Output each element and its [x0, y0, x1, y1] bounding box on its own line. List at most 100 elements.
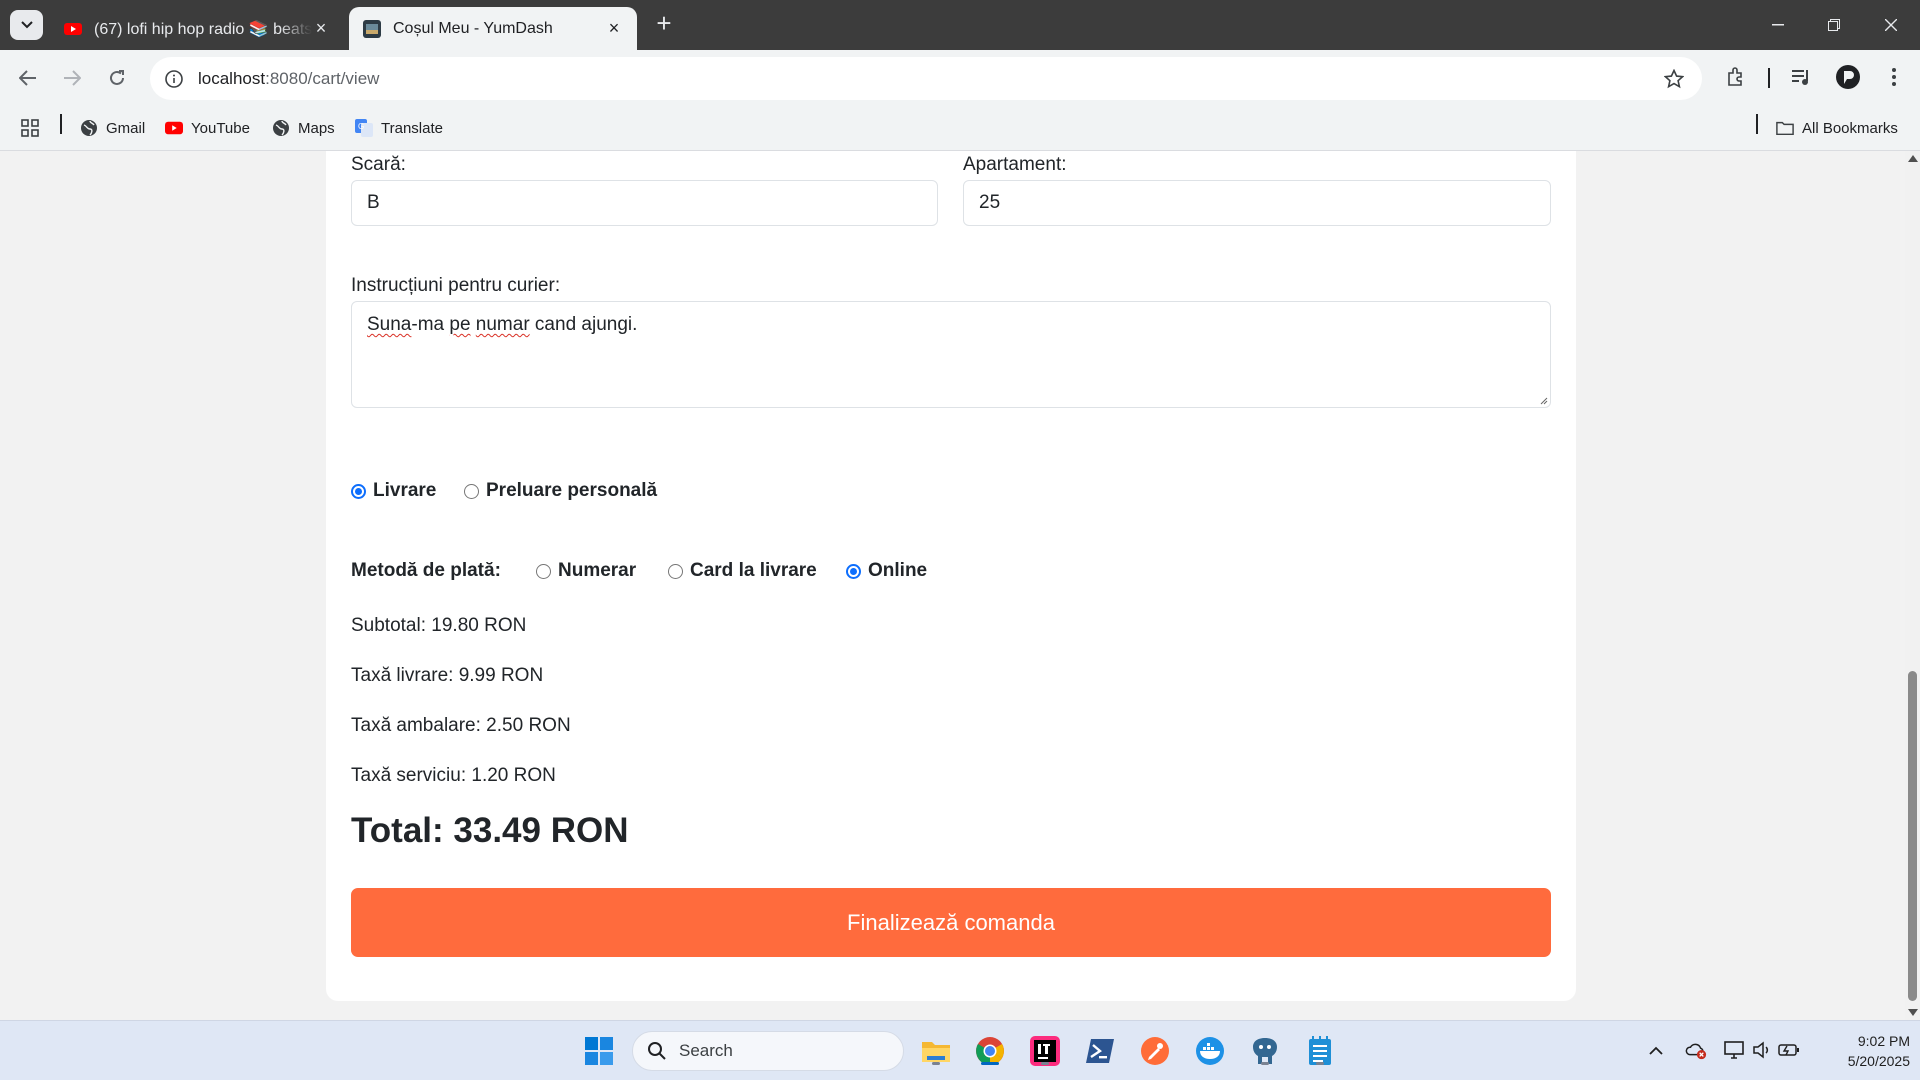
bookmark-label: Translate: [381, 119, 443, 137]
battery-icon[interactable]: [1778, 1039, 1800, 1061]
restore-button[interactable]: [1814, 10, 1854, 40]
scroll-thumb[interactable]: [1908, 671, 1917, 1001]
bookmarks-bar: Gmail YouTube Maps G Translate All Bookm…: [0, 107, 1920, 151]
finalize-order-button[interactable]: Finalizează comanda: [351, 888, 1551, 957]
windows-start-icon[interactable]: [581, 1033, 617, 1069]
radio-unchecked[interactable]: [668, 563, 683, 579]
tab-search-button[interactable]: [10, 10, 43, 40]
taskbar-search-placeholder: Search: [679, 1041, 733, 1060]
radio-unchecked[interactable]: [464, 483, 479, 499]
radio-checked[interactable]: [846, 563, 861, 579]
close-tab-icon[interactable]: ×: [312, 18, 330, 38]
apartament-input[interactable]: 25: [963, 180, 1551, 226]
scara-label: Scară:: [351, 154, 406, 175]
tab-cart[interactable]: Coșul Meu - YumDash ×: [349, 7, 637, 50]
notepad-icon[interactable]: [1302, 1033, 1338, 1069]
forward-button[interactable]: [56, 62, 88, 94]
network-icon[interactable]: [1723, 1039, 1745, 1061]
powershell-icon[interactable]: [1082, 1033, 1118, 1069]
profile-avatar[interactable]: [1835, 64, 1861, 90]
radio-unchecked[interactable]: [536, 563, 551, 579]
arrow-right-icon: [64, 70, 81, 86]
search-icon: [648, 1042, 666, 1060]
youtube-icon: [165, 119, 183, 137]
tab-youtube[interactable]: (67) lofi hip hop radio 📚 beats to relax…: [50, 7, 344, 50]
resize-grip-icon[interactable]: [1538, 395, 1548, 405]
bookmark-translate[interactable]: G Translate: [355, 115, 443, 141]
youtube-icon: [64, 22, 82, 35]
chevron-up-icon[interactable]: [1645, 1039, 1667, 1061]
windows-taskbar: Search 9:02 PM 5/20/2025: [0, 1020, 1920, 1080]
globe-icon: [80, 119, 98, 137]
reload-button[interactable]: [101, 62, 133, 94]
volume-icon[interactable]: [1751, 1039, 1773, 1061]
globe-icon: [272, 119, 290, 137]
bookmark-label: Maps: [298, 119, 335, 137]
scroll-down-arrow-icon[interactable]: [1908, 1009, 1918, 1016]
close-icon: [1885, 19, 1897, 31]
bookmarks-separator: [60, 114, 62, 134]
postman-icon[interactable]: [1137, 1033, 1173, 1069]
back-button[interactable]: [12, 62, 44, 94]
running-indicator: [1041, 1062, 1049, 1065]
chevron-down-icon: [20, 21, 33, 29]
running-indicator: [932, 1062, 940, 1065]
delivery-option-livrare[interactable]: Livrare: [351, 480, 436, 502]
scara-input[interactable]: B: [351, 180, 938, 226]
payment-method-label: Metodă de plată:: [351, 560, 501, 581]
tab-strip: (67) lofi hip hop radio 📚 beats to relax…: [0, 0, 1920, 50]
minimize-icon: [1772, 24, 1784, 26]
running-indicator: [1316, 1062, 1324, 1065]
bookmark-gmail[interactable]: Gmail: [80, 115, 145, 141]
packaging-fee-text: Taxă ambalare: 2.50 RON: [351, 715, 571, 736]
payment-option-numerar[interactable]: Numerar: [536, 560, 636, 582]
address-bar[interactable]: localhost:8080/cart/view: [150, 57, 1702, 100]
subtotal-text: Subtotal: 19.80 RON: [351, 615, 527, 636]
site-info-icon[interactable]: [162, 67, 186, 91]
reload-icon: [110, 70, 124, 85]
chrome-icon[interactable]: [972, 1033, 1008, 1069]
onedrive-error-icon[interactable]: [1685, 1039, 1707, 1061]
media-controls-icon[interactable]: [1788, 64, 1814, 90]
scroll-up-arrow-icon[interactable]: [1908, 155, 1918, 162]
postgresql-icon[interactable]: [1247, 1033, 1283, 1069]
svg-text:G: G: [358, 122, 364, 131]
clock-date: 5/20/2025: [1847, 1053, 1910, 1069]
bookmark-label: Gmail: [106, 119, 146, 137]
close-window-button[interactable]: [1871, 10, 1911, 40]
clock-time: 9:02 PM: [1857, 1033, 1910, 1049]
close-tab-icon[interactable]: ×: [605, 18, 623, 38]
system-clock[interactable]: 9:02 PM 5/20/2025: [1810, 1031, 1910, 1071]
delivery-option-preluare[interactable]: Preluare personală: [464, 480, 657, 502]
yumdash-favicon-icon: [363, 19, 381, 38]
docker-icon[interactable]: [1192, 1033, 1228, 1069]
bookmark-maps[interactable]: Maps: [272, 115, 335, 141]
running-indicator: [1261, 1062, 1269, 1065]
payment-option-online[interactable]: Online: [846, 560, 927, 582]
bookmark-youtube[interactable]: YouTube: [165, 115, 250, 141]
taskbar-search[interactable]: Search: [632, 1031, 904, 1071]
page-scrollbar[interactable]: [1905, 151, 1920, 1020]
delivery-fee-text: Taxă livrare: 9.99 RON: [351, 665, 544, 686]
restore-icon: [1828, 19, 1840, 31]
toolbar-separator: [1768, 68, 1770, 88]
service-fee-text: Taxă serviciu: 1.20 RON: [351, 765, 556, 786]
extensions-icon[interactable]: [1723, 64, 1749, 90]
bookmark-star-icon[interactable]: [1662, 67, 1686, 91]
new-tab-button[interactable]: +: [652, 10, 676, 36]
bookmark-label: YouTube: [191, 119, 250, 137]
payment-option-card[interactable]: Card la livrare: [668, 560, 817, 582]
minimize-button[interactable]: [1758, 10, 1798, 40]
url-text[interactable]: localhost:8080/cart/view: [198, 69, 1662, 89]
instructions-textarea[interactable]: Suna-ma pe numar cand ajungi.: [351, 301, 1551, 408]
file-explorer-icon[interactable]: [918, 1033, 954, 1069]
tab-title: Coșul Meu - YumDash: [393, 19, 553, 37]
total-text: Total: 33.49 RON: [351, 811, 629, 850]
radio-checked[interactable]: [351, 483, 366, 499]
apps-icon[interactable]: [20, 115, 40, 141]
intellij-icon[interactable]: [1027, 1033, 1063, 1069]
instructions-label: Instrucțiuni pentru curier:: [351, 275, 561, 296]
folder-icon: [1776, 119, 1794, 137]
all-bookmarks[interactable]: All Bookmarks: [1776, 115, 1898, 141]
menu-dots-icon[interactable]: [1881, 64, 1907, 90]
